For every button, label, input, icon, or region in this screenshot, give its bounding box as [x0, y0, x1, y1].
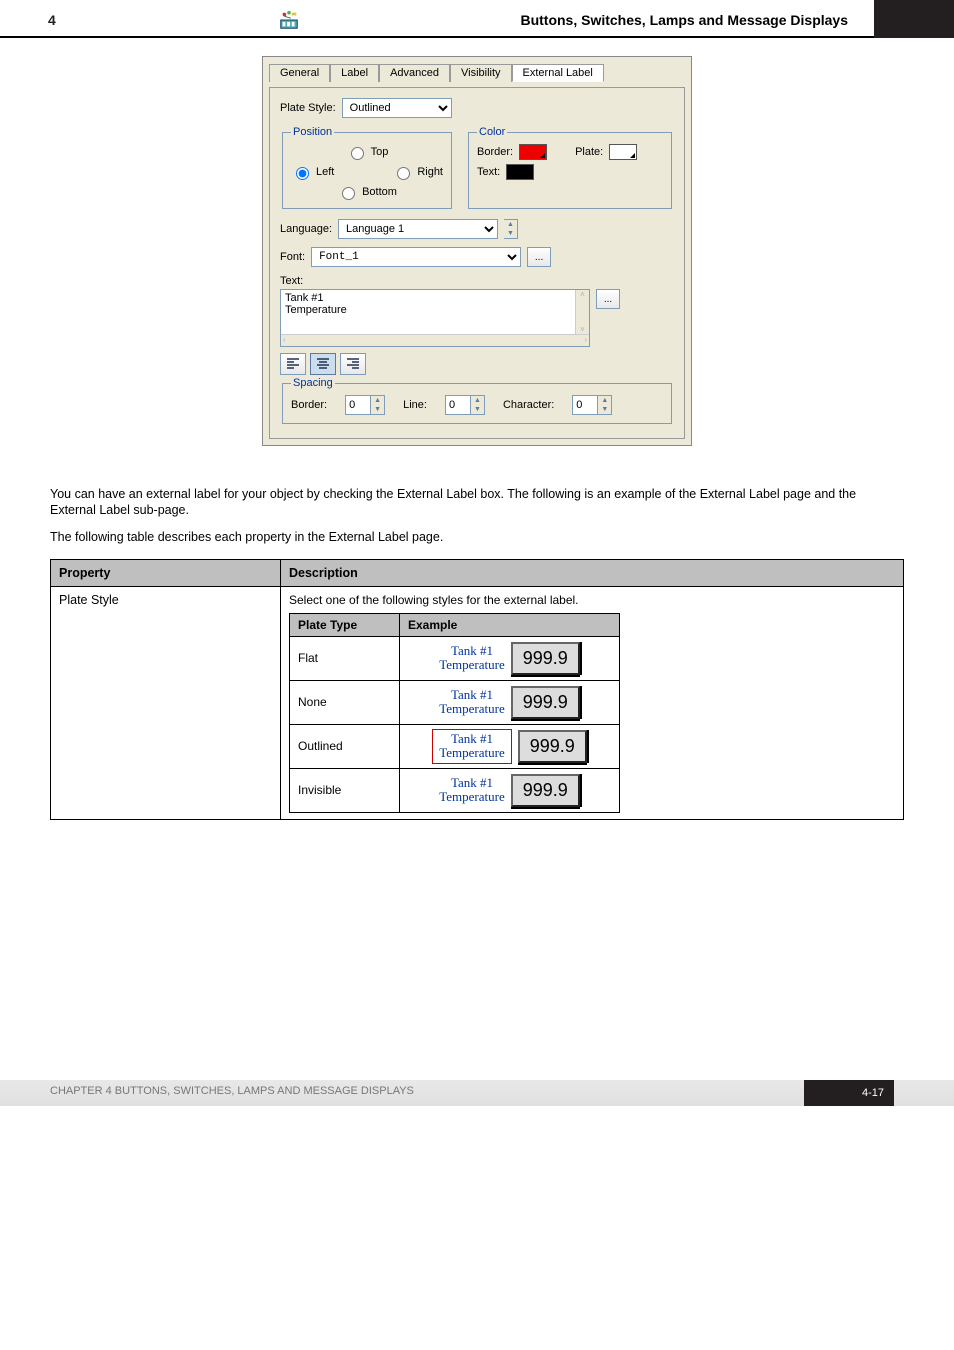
position-legend: Position: [291, 126, 334, 138]
font-select[interactable]: Font_1: [311, 247, 521, 267]
external-label-dialog: General Label Advanced Visibility Extern…: [262, 56, 692, 446]
color-plate-label: Plate:: [575, 146, 603, 158]
example-outlined-value: 999.9: [518, 730, 587, 763]
language-select[interactable]: Language 1: [338, 219, 498, 239]
spacing-line-spinner[interactable]: ▲▼: [471, 395, 485, 415]
font-more-button[interactable]: ...: [527, 247, 551, 267]
pos-top-radio[interactable]: [351, 147, 364, 160]
tab-label[interactable]: Label: [330, 64, 379, 82]
sub-col-example: Example: [400, 613, 620, 636]
spacing-legend: Spacing: [291, 377, 335, 389]
position-fieldset: Position Top Left Right: [282, 126, 452, 209]
text-area[interactable]: Tank #1 Temperature ˄˅ ‹›: [280, 289, 590, 347]
text-vscroll[interactable]: ˄˅: [575, 290, 589, 334]
align-left-button[interactable]: [280, 353, 306, 375]
text-area-content: Tank #1 Temperature: [285, 292, 585, 316]
spacing-line-input[interactable]: [445, 395, 471, 415]
pos-bottom-label: Bottom: [362, 186, 397, 198]
language-label: Language:: [280, 223, 332, 235]
color-legend: Color: [477, 126, 507, 138]
example-invisible-label: Tank #1Temperature: [439, 776, 505, 805]
spacing-border-input[interactable]: [345, 395, 371, 415]
color-text-swatch[interactable]: [506, 164, 534, 180]
color-plate-swatch[interactable]: [609, 144, 637, 160]
spacing-border-spinner[interactable]: ▲▼: [371, 395, 385, 415]
property-header: Property: [51, 559, 281, 586]
text-label: Text:: [280, 275, 674, 287]
tab-advanced[interactable]: Advanced: [379, 64, 450, 82]
align-center-button[interactable]: [310, 353, 336, 375]
plate-type-flat: Flat: [290, 636, 400, 680]
example-flat-value: 999.9: [511, 642, 580, 675]
example-flat-label: Tank #1Temperature: [439, 644, 505, 673]
property-table: Property Description Plate Style Select …: [50, 559, 904, 820]
spacing-line-label: Line:: [403, 399, 427, 411]
sub-col-plate-type: Plate Type: [290, 613, 400, 636]
page-header: 4 Buttons, Switches, Lamps and Message D…: [0, 0, 954, 38]
paragraph-2: The following table describes each prope…: [50, 529, 904, 545]
plate-type-subtable: Plate Type Example Flat Tank #1Temperatu…: [289, 613, 620, 813]
pos-left-radio[interactable]: [296, 167, 309, 180]
paragraph-1: You can have an external label for your …: [50, 486, 904, 519]
color-text-label: Text:: [477, 166, 500, 178]
text-more-button[interactable]: ...: [596, 289, 620, 309]
align-right-button[interactable]: [340, 353, 366, 375]
pos-left-label: Left: [316, 166, 334, 178]
pos-top-label: Top: [371, 146, 389, 158]
plate-type-invisible: Invisible: [290, 768, 400, 812]
header-icon: [276, 8, 300, 32]
page-footer: CHAPTER 4 BUTTONS, SWITCHES, LAMPS AND M…: [0, 1080, 954, 1120]
color-fieldset: Color Border: Plate: Text:: [468, 126, 672, 209]
prop-plate-style: Plate Style: [51, 586, 281, 819]
language-spinner[interactable]: ▲▼: [504, 219, 518, 239]
example-none-label: Tank #1Temperature: [439, 688, 505, 717]
header-dark-box: [874, 0, 954, 38]
desc-plate-style: Select one of the following styles for t…: [281, 586, 904, 819]
tab-row: General Label Advanced Visibility Extern…: [269, 63, 685, 81]
color-border-swatch[interactable]: [519, 144, 547, 160]
plate-style-select[interactable]: Outlined: [342, 98, 452, 118]
footer-page-number: 4-17: [804, 1080, 894, 1106]
pos-bottom-radio[interactable]: [342, 187, 355, 200]
example-none-value: 999.9: [511, 686, 580, 719]
color-border-label: Border:: [477, 146, 513, 158]
font-label: Font:: [280, 251, 305, 263]
spacing-border-label: Border:: [291, 399, 327, 411]
tab-external-label[interactable]: External Label: [512, 64, 604, 82]
example-outlined-label: Tank #1Temperature: [432, 729, 512, 764]
description-header: Description: [281, 559, 904, 586]
pos-right-label: Right: [417, 166, 443, 178]
plate-type-outlined: Outlined: [290, 724, 400, 768]
spacing-char-input[interactable]: [572, 395, 598, 415]
tab-general[interactable]: General: [269, 64, 330, 82]
text-hscroll[interactable]: ‹›: [281, 334, 589, 346]
chapter-number: 4: [16, 12, 56, 28]
plate-style-label: Plate Style:: [280, 102, 336, 114]
example-invisible-value: 999.9: [511, 774, 580, 807]
footer-text: CHAPTER 4 BUTTONS, SWITCHES, LAMPS AND M…: [50, 1085, 414, 1097]
spacing-char-label: Character:: [503, 399, 554, 411]
plate-type-none: None: [290, 680, 400, 724]
spacing-fieldset: Spacing Border: ▲▼ Line: ▲▼ Character: ▲…: [282, 377, 672, 424]
spacing-char-spinner[interactable]: ▲▼: [598, 395, 612, 415]
pos-right-radio[interactable]: [397, 167, 410, 180]
tab-visibility[interactable]: Visibility: [450, 64, 512, 82]
